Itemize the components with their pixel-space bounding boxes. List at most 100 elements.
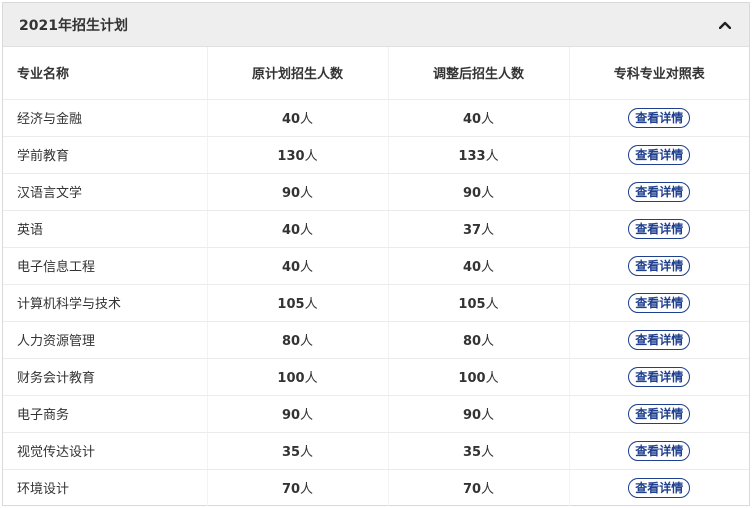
major-name: 电子商务 bbox=[3, 395, 208, 433]
adjusted-quota-cell: 80人 bbox=[388, 321, 570, 359]
adjusted-quota-cell: 100人 bbox=[388, 358, 570, 396]
quota-unit: 人 bbox=[481, 482, 495, 498]
view-details-button[interactable]: 查看详情 bbox=[628, 144, 691, 165]
column-header-original-quota: 原计划招生人数 bbox=[207, 47, 389, 100]
original-quota: 80 bbox=[281, 334, 301, 349]
table-row: 电子商务 90人 90人 查看详情 bbox=[3, 395, 749, 433]
comparison-cell: 查看详情 bbox=[569, 136, 749, 174]
major-name: 视觉传达设计 bbox=[3, 432, 208, 470]
panel-header[interactable]: 2021年招生计划 bbox=[3, 3, 749, 47]
quota-unit: 人 bbox=[304, 297, 318, 312]
adjusted-quota: 80 bbox=[462, 334, 482, 349]
view-details-button[interactable]: 查看详情 bbox=[628, 181, 691, 202]
column-header-comparison: 专科专业对照表 bbox=[569, 47, 749, 100]
quota-unit: 人 bbox=[300, 260, 314, 275]
quota-unit: 人 bbox=[300, 334, 314, 349]
major-name: 人力资源管理 bbox=[3, 321, 208, 359]
adjusted-quota-cell: 35人 bbox=[388, 432, 570, 470]
original-quota-cell: 70人 bbox=[207, 469, 389, 506]
quota-unit: 人 bbox=[481, 408, 495, 423]
major-name: 计算机科学与技术 bbox=[3, 284, 208, 322]
quota-unit: 人 bbox=[300, 112, 314, 127]
original-quota-cell: 100人 bbox=[207, 358, 389, 396]
table-row: 视觉传达设计 35人 35人 查看详情 bbox=[3, 432, 749, 470]
adjusted-quota-cell: 40人 bbox=[388, 247, 570, 285]
comparison-cell: 查看详情 bbox=[569, 358, 749, 396]
original-quota: 40 bbox=[281, 260, 301, 275]
adjusted-quota-cell: 133人 bbox=[388, 136, 570, 174]
comparison-cell: 查看详情 bbox=[569, 247, 749, 285]
original-quota: 90 bbox=[281, 186, 301, 201]
comparison-cell: 查看详情 bbox=[569, 99, 749, 137]
comparison-cell: 查看详情 bbox=[569, 210, 749, 248]
major-name: 英语 bbox=[3, 210, 208, 248]
view-details-button[interactable]: 查看详情 bbox=[628, 440, 691, 461]
quota-unit: 人 bbox=[304, 149, 318, 164]
adjusted-quota: 40 bbox=[462, 112, 482, 127]
table-row: 汉语言文学 90人 90人 查看详情 bbox=[3, 173, 749, 211]
adjusted-quota-cell: 40人 bbox=[388, 99, 570, 137]
adjusted-quota: 133 bbox=[458, 149, 486, 164]
quota-unit: 人 bbox=[481, 223, 495, 238]
original-quota-cell: 90人 bbox=[207, 173, 389, 211]
view-details-button[interactable]: 查看详情 bbox=[628, 366, 691, 387]
view-details-button[interactable]: 查看详情 bbox=[628, 292, 691, 313]
table-row: 环境设计 70人 70人 查看详情 bbox=[3, 469, 749, 506]
view-details-button[interactable]: 查看详情 bbox=[628, 255, 691, 276]
original-quota-cell: 40人 bbox=[207, 247, 389, 285]
view-details-button[interactable]: 查看详情 bbox=[628, 403, 691, 424]
original-quota: 105 bbox=[277, 297, 305, 312]
adjusted-quota: 105 bbox=[458, 297, 486, 312]
original-quota: 40 bbox=[281, 223, 301, 238]
adjusted-quota: 90 bbox=[462, 186, 482, 201]
quota-unit: 人 bbox=[481, 334, 495, 349]
comparison-cell: 查看详情 bbox=[569, 173, 749, 211]
comparison-cell: 查看详情 bbox=[569, 469, 749, 506]
table-row: 经济与金融 40人 40人 查看详情 bbox=[3, 99, 749, 137]
table-row: 人力资源管理 80人 80人 查看详情 bbox=[3, 321, 749, 359]
comparison-cell: 查看详情 bbox=[569, 321, 749, 359]
original-quota-cell: 35人 bbox=[207, 432, 389, 470]
adjusted-quota: 40 bbox=[462, 260, 482, 275]
quota-unit: 人 bbox=[304, 371, 318, 386]
view-details-button[interactable]: 查看详情 bbox=[628, 329, 691, 350]
quota-unit: 人 bbox=[481, 445, 495, 460]
original-quota-cell: 130人 bbox=[207, 136, 389, 174]
original-quota-cell: 90人 bbox=[207, 395, 389, 433]
original-quota-cell: 40人 bbox=[207, 99, 389, 137]
quota-unit: 人 bbox=[481, 186, 495, 201]
column-header-adjusted-quota: 调整后招生人数 bbox=[388, 47, 570, 100]
major-name: 汉语言文学 bbox=[3, 173, 208, 211]
original-quota: 90 bbox=[281, 408, 301, 423]
quota-unit: 人 bbox=[485, 297, 499, 312]
adjusted-quota-cell: 70人 bbox=[388, 469, 570, 506]
table-row: 学前教育 130人 133人 查看详情 bbox=[3, 136, 749, 174]
view-details-button[interactable]: 查看详情 bbox=[628, 107, 691, 128]
original-quota: 35 bbox=[281, 445, 301, 460]
quota-unit: 人 bbox=[485, 371, 499, 386]
quota-unit: 人 bbox=[300, 408, 314, 423]
chevron-up-icon[interactable] bbox=[715, 15, 735, 35]
original-quota: 100 bbox=[277, 371, 305, 386]
original-quota: 70 bbox=[281, 482, 301, 498]
view-details-button[interactable]: 查看详情 bbox=[628, 218, 691, 239]
quota-unit: 人 bbox=[481, 260, 495, 275]
original-quota: 130 bbox=[277, 149, 305, 164]
major-name: 环境设计 bbox=[3, 469, 208, 506]
original-quota-cell: 105人 bbox=[207, 284, 389, 322]
original-quota-cell: 40人 bbox=[207, 210, 389, 248]
major-name: 财务会计教育 bbox=[3, 358, 208, 396]
table-row: 财务会计教育 100人 100人 查看详情 bbox=[3, 358, 749, 396]
adjusted-quota: 37 bbox=[462, 223, 482, 238]
enrollment-table: 专业名称 原计划招生人数 调整后招生人数 专科专业对照表 经济与金融 40人 40人… bbox=[3, 47, 749, 506]
adjusted-quota: 70 bbox=[462, 482, 482, 498]
major-name: 经济与金融 bbox=[3, 99, 208, 137]
view-details-button[interactable]: 查看详情 bbox=[628, 477, 691, 498]
original-quota: 40 bbox=[281, 112, 301, 127]
adjusted-quota-cell: 37人 bbox=[388, 210, 570, 248]
enrollment-plan-panel: 2021年招生计划 专业名称 原计划招生人数 调整后招生人数 专科专业对照表 经… bbox=[2, 2, 750, 506]
table-header-row: 专业名称 原计划招生人数 调整后招生人数 专科专业对照表 bbox=[3, 47, 749, 100]
adjusted-quota: 100 bbox=[458, 371, 486, 386]
major-name: 电子信息工程 bbox=[3, 247, 208, 285]
quota-unit: 人 bbox=[300, 482, 314, 498]
